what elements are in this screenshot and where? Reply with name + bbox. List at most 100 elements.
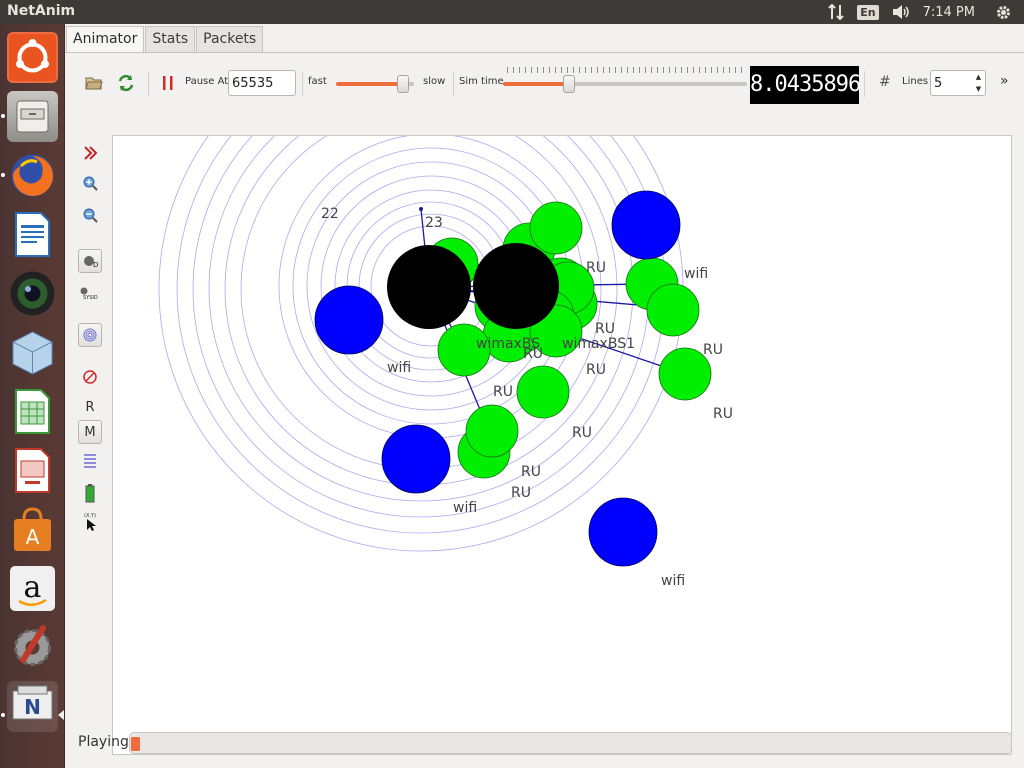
volume-icon[interactable]	[891, 4, 911, 20]
pause-icon[interactable]	[158, 73, 178, 93]
speed-slow-label: slow	[423, 76, 446, 87]
node-label: wifi	[453, 500, 477, 516]
wifi-access-point	[314, 285, 384, 355]
writer-icon	[15, 212, 50, 257]
launcher: A a N	[0, 24, 65, 768]
animator-toolbar: Pause At fast slow Sim time 8.0435896 # …	[78, 66, 1013, 104]
show-wireless-range-button[interactable]	[78, 323, 102, 347]
animator-panel: Pause At fast slow Sim time 8.0435896 # …	[65, 52, 1024, 768]
shopping-bag-icon: A	[14, 507, 51, 551]
status-bar: Playing	[78, 730, 1013, 756]
topology-canvas[interactable]: 22 23 RU RU RU RU RU RU RU RU RU RU wifi wifi wifi wifi…	[112, 135, 1012, 755]
spin-down-icon[interactable]: ▼	[972, 83, 985, 95]
animator-sidebar: D SYSID R M (X,Y)	[78, 135, 104, 535]
main-tabs: Animator Stats Packets	[66, 26, 264, 52]
playback-progress-fill	[131, 737, 140, 751]
launcher-libreoffice-calc[interactable]	[7, 386, 58, 437]
netanim-window: Animator Stats Packets Pause At fast	[65, 24, 1024, 768]
node-label: RU	[493, 384, 513, 400]
sta-node	[646, 283, 700, 337]
node-label: wimaxBS	[476, 336, 540, 352]
no-entry-icon[interactable]	[78, 365, 102, 389]
launcher-netanim[interactable]: N	[7, 681, 58, 732]
launcher-libreoffice-writer[interactable]	[7, 209, 58, 260]
app-title: NetAnim	[7, 3, 76, 19]
topology-drawing: 2223RURURURURURURURURURUwifiwifiwifiwifi…	[158, 136, 733, 589]
speed-slider-handle[interactable]	[397, 75, 409, 93]
node-label: RU	[595, 321, 615, 337]
launcher-ubuntu-dash[interactable]	[7, 32, 58, 83]
node-22-anchor	[419, 207, 423, 211]
open-file-icon[interactable]	[84, 73, 104, 93]
show-sysid-icon[interactable]: SYSID	[78, 281, 102, 305]
top-panel: NetAnim En 7:14 PM	[0, 0, 1024, 24]
sta-node	[529, 201, 583, 255]
routing-toggle[interactable]: R	[78, 395, 102, 419]
wifi-access-point	[588, 497, 658, 567]
svg-text:a: a	[24, 570, 42, 605]
file-cabinet-icon	[16, 100, 49, 133]
firefox-icon	[11, 154, 54, 197]
lines-label: Lines	[902, 76, 929, 87]
speed-fast-label: fast	[308, 76, 327, 87]
tab-animator[interactable]: Animator	[66, 26, 145, 52]
amazon-icon: a	[10, 566, 55, 611]
node-label: RU	[511, 485, 531, 501]
node-label: RU	[586, 260, 606, 276]
spin-up-icon[interactable]: ▲	[972, 71, 985, 83]
launcher-amazon[interactable]: a	[7, 563, 58, 614]
wifi-access-point	[611, 190, 681, 260]
clock[interactable]: 7:14 PM	[923, 5, 975, 20]
launcher-firefox[interactable]	[7, 150, 58, 201]
toolbar-separator	[302, 71, 303, 97]
launcher-files[interactable]	[7, 91, 58, 142]
running-indicator	[1, 114, 5, 118]
mouse-position-icon[interactable]: (X,Y)	[78, 509, 102, 533]
pause-at-label: Pause At	[185, 76, 229, 87]
sta-node	[516, 365, 570, 419]
launcher-software-center[interactable]: A	[7, 504, 58, 555]
calc-icon	[15, 389, 50, 434]
netanim-icon: N	[12, 685, 53, 720]
system-tray: En 7:14 PM	[827, 0, 1024, 24]
playback-progress	[129, 732, 1012, 754]
packet-list-icon[interactable]	[78, 449, 102, 473]
playback-status: Playing	[78, 734, 129, 750]
speed-slider-fill	[336, 82, 403, 86]
wireless-circles-icon	[83, 328, 97, 342]
launcher-shotwell[interactable]	[7, 268, 58, 319]
launcher-virtualbox[interactable]	[7, 327, 58, 378]
zoom-in-icon[interactable]	[78, 171, 102, 195]
speed-slider[interactable]	[336, 69, 420, 99]
network-icon[interactable]	[827, 4, 845, 20]
toolbar-separator	[148, 71, 149, 97]
gear-icon[interactable]	[995, 4, 1012, 21]
tab-stats[interactable]: Stats	[145, 26, 196, 52]
svg-text:(X,Y): (X,Y)	[84, 513, 96, 519]
show-node-id-button[interactable]: D	[78, 249, 102, 273]
zoom-out-icon[interactable]	[78, 203, 102, 227]
battery-icon[interactable]	[78, 481, 102, 505]
toolbar-separator	[864, 71, 865, 97]
sim-time-slider-handle[interactable]	[563, 75, 575, 93]
node-id-icon: D	[84, 256, 98, 269]
expand-chevron-icon[interactable]	[78, 141, 102, 165]
node-label: RU	[586, 362, 606, 378]
node-label: wifi	[661, 573, 685, 589]
reload-icon[interactable]	[116, 73, 136, 93]
launcher-system-settings[interactable]	[7, 622, 58, 673]
cube-icon	[12, 331, 53, 375]
sim-time-display: 8.0435896	[750, 66, 861, 104]
node-label: wifi	[387, 360, 411, 376]
wimax-base-station	[387, 245, 471, 329]
running-indicator	[1, 713, 5, 717]
mac-toggle-button[interactable]: M	[78, 420, 102, 444]
launcher-libreoffice-impress[interactable]	[7, 445, 58, 496]
toolbar-overflow-icon[interactable]: »	[1000, 73, 1009, 89]
sim-time-slider[interactable]	[503, 69, 747, 99]
sta-node	[465, 404, 519, 458]
pause-at-input[interactable]	[228, 70, 296, 96]
keyboard-layout-indicator[interactable]: En	[857, 4, 879, 20]
tab-packets[interactable]: Packets	[196, 26, 264, 52]
wifi-access-point	[381, 424, 451, 494]
